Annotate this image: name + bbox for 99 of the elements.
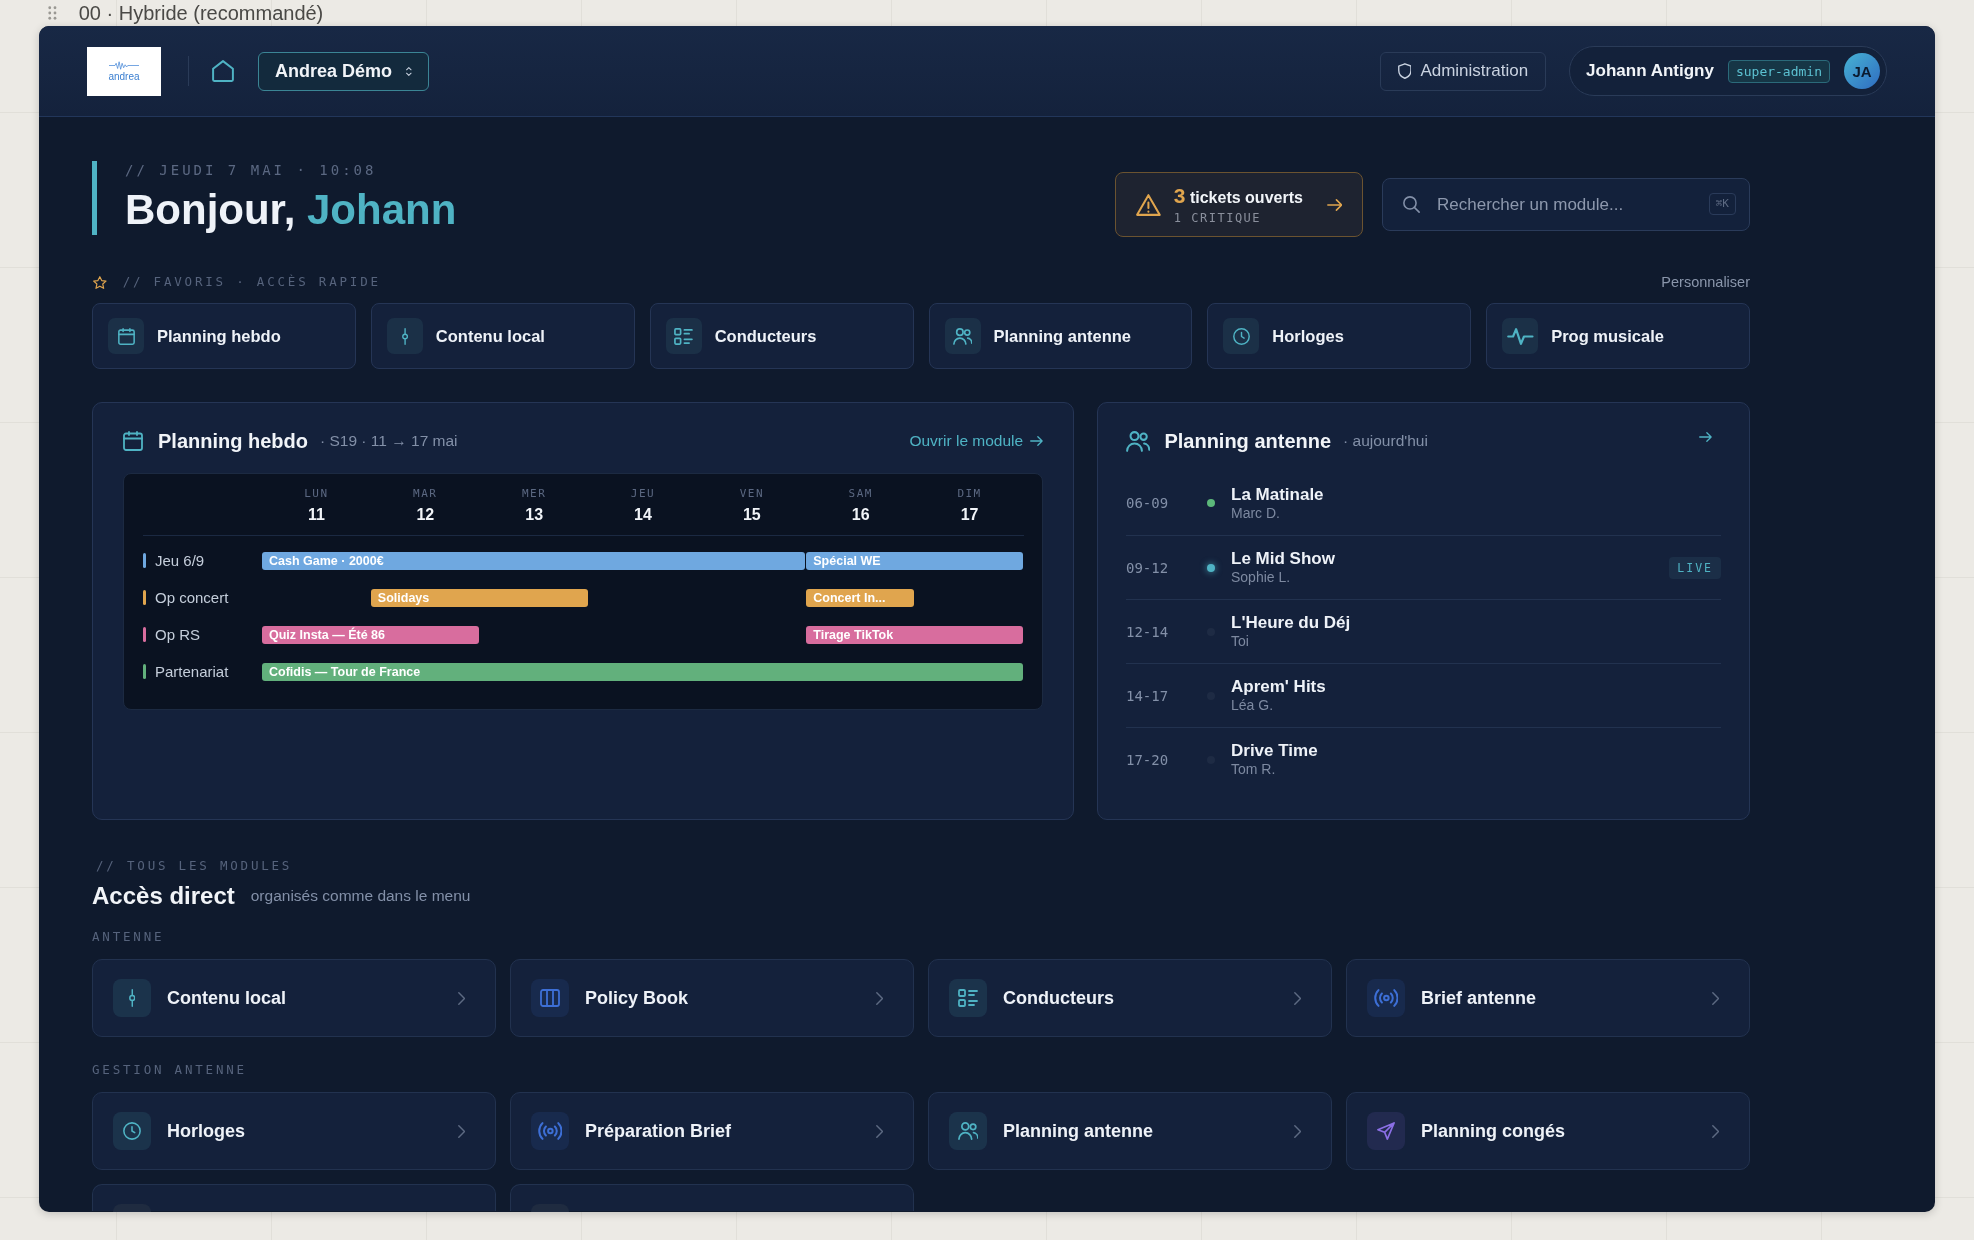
live-badge: LIVE: [1669, 556, 1721, 579]
people-icon: [1126, 430, 1151, 452]
day-number: 15: [742, 505, 761, 525]
open-module-link[interactable]: Ouvrir le module: [909, 432, 1043, 450]
card-title: Planning hebdo: [158, 429, 308, 453]
arrow-right-icon[interactable]: [1699, 432, 1712, 442]
section-title: Accès direct: [92, 882, 235, 910]
show-title: Le Mid Show: [1231, 549, 1335, 569]
show-title: La Matinale: [1231, 484, 1324, 505]
day-number: 17: [960, 505, 979, 525]
day-name: SAM: [848, 487, 873, 501]
chevron-right-icon: [457, 1124, 465, 1138]
user-name: Johann Antigny: [1586, 61, 1714, 81]
module-card[interactable]: Planning congés: [1346, 1092, 1750, 1170]
show-host: Léa G.: [1231, 697, 1275, 714]
greeting-title: Bonjour, Johann: [125, 185, 457, 235]
avatar: JA: [1844, 53, 1880, 89]
row-label: Op RS: [155, 626, 200, 643]
logo: andrea: [87, 46, 161, 96]
section-subtitle: organisés comme dans le menu: [250, 887, 471, 905]
chevron-right-icon: [1293, 1124, 1301, 1138]
arrow-right-icon: [1030, 436, 1043, 446]
day-number: 12: [416, 505, 435, 525]
favorite-card[interactable]: Contenu local: [370, 303, 635, 369]
show-host: Sophie L.: [1231, 569, 1292, 586]
favorites-heading: // FAVORIS · ACCÈS RAPIDE: [122, 275, 381, 289]
time-slot: 14-17: [1126, 687, 1207, 704]
card-title: Planning antenne: [1164, 429, 1332, 453]
module-card[interactable]: Horloges: [92, 1092, 496, 1170]
show-host: Marc D.: [1231, 504, 1281, 522]
show-title: Drive Time: [1231, 741, 1318, 761]
day-name: JEU: [630, 487, 656, 501]
calendar-icon: [123, 431, 143, 451]
day-number: 16: [851, 505, 870, 525]
star-icon: [93, 275, 107, 289]
favorite-card[interactable]: Conducteurs: [649, 303, 914, 369]
show-title: Aprem' Hits: [1231, 677, 1326, 697]
day-name: MER: [521, 487, 547, 501]
time-slot: 12-14: [1126, 623, 1207, 640]
day-name: VEN: [739, 487, 765, 501]
shield-icon: [1397, 63, 1412, 79]
chevron-right-icon: [1711, 991, 1719, 1005]
show-host: Tom R.: [1231, 761, 1277, 778]
chevron-right-icon: [1711, 1124, 1719, 1138]
people-icon: [944, 318, 981, 354]
group-label: GESTION ANTENNE: [92, 1063, 248, 1077]
arrow-right-icon: [1326, 198, 1342, 211]
favorite-card[interactable]: Planning antenne: [928, 303, 1193, 369]
day-name: MAR: [413, 487, 438, 501]
date-time: // JEUDI 7 MAI · 10:08: [125, 161, 378, 179]
updown-caret-icon: [406, 66, 412, 76]
day-number: 13: [525, 505, 544, 525]
customize-link[interactable]: Personnaliser: [1661, 274, 1750, 290]
time-slot: 09-12: [1126, 559, 1207, 576]
row-label: Partenariat: [155, 663, 229, 680]
module-card[interactable]: Planning antenne: [928, 1092, 1332, 1170]
group-label: ANTENNE: [92, 930, 166, 944]
time-slot: 06-09: [1126, 495, 1207, 511]
chevron-right-icon: [875, 991, 883, 1005]
row-label: Op concert: [155, 589, 229, 606]
pulse-icon: [1502, 318, 1539, 354]
shortcut-hint: ⌘K: [1708, 193, 1736, 215]
search-icon: [1403, 196, 1420, 213]
favorite-card[interactable]: Planning hebdo: [92, 303, 356, 369]
show-host: Toi: [1231, 633, 1250, 650]
module-card[interactable]: Conducteurs: [928, 959, 1332, 1037]
card-subtitle: · S19 · 11 → 17 mai: [320, 432, 458, 450]
day-name: LUN: [304, 487, 329, 501]
module-card[interactable]: Policy Book: [510, 959, 914, 1037]
day-number: 11: [307, 505, 325, 525]
clock-icon: [1223, 318, 1260, 354]
card-subtitle: · aujourd'hui: [1343, 432, 1428, 450]
section-eyebrow: // TOUS LES MODULES: [95, 859, 294, 873]
module-card[interactable]: [510, 1184, 914, 1211]
favorite-card[interactable]: Prog musicale: [1486, 303, 1750, 369]
page-title: 00 · Hybride (recommandé): [78, 1, 324, 26]
home-icon[interactable]: [212, 60, 234, 82]
module-card[interactable]: Contenu local: [92, 959, 496, 1037]
tickets-button[interactable]: 3 tickets ouverts 1 CRITIQUE: [1115, 172, 1363, 237]
warning-icon: [1136, 193, 1161, 216]
list-icon: [665, 318, 702, 354]
role-badge: super-admin: [1727, 59, 1830, 83]
calendar-icon: [108, 318, 144, 354]
time-slot: 17-20: [1126, 751, 1207, 768]
chevron-right-icon: [1293, 991, 1301, 1005]
day-name: DIM: [957, 487, 982, 501]
favorite-card[interactable]: Horloges: [1207, 303, 1472, 369]
administration-button[interactable]: Administration: [1379, 51, 1547, 91]
module-card[interactable]: [92, 1184, 496, 1211]
workspace-dropdown[interactable]: Andrea Démo: [258, 51, 429, 91]
grip-icon[interactable]: [48, 6, 57, 20]
chevron-right-icon: [457, 991, 465, 1005]
module-card[interactable]: Brief antenne: [1346, 959, 1750, 1037]
chevron-right-icon: [875, 1124, 883, 1138]
show-title: L'Heure du Déj: [1231, 613, 1351, 633]
row-label: Jeu 6/9: [155, 552, 205, 569]
user-menu[interactable]: Johann Antigny super-admin JA: [1569, 46, 1887, 96]
module-card[interactable]: Préparation Brief: [510, 1092, 914, 1170]
day-number: 14: [634, 505, 652, 525]
